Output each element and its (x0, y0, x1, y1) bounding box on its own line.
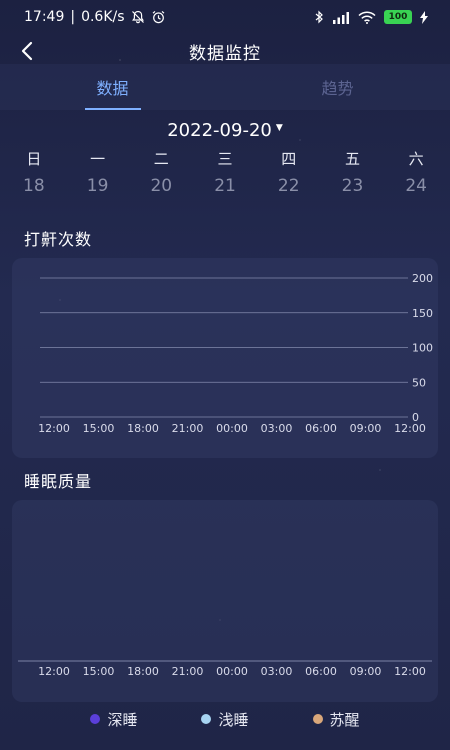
sleep-legend: 深睡 浅睡 苏醒 (0, 706, 450, 732)
legend-label: 深睡 (107, 710, 138, 729)
snore-y-tick: 200 (412, 272, 433, 285)
date-cell[interactable]: 19 (66, 174, 130, 198)
wifi-icon (358, 11, 376, 24)
status-right: 100 (314, 10, 428, 24)
selected-date: 2022-09-20 (167, 119, 272, 141)
legend-label: 苏醒 (329, 710, 360, 729)
date-cell[interactable]: 23 (321, 174, 385, 198)
snore-y-tick: 150 (412, 307, 433, 320)
snore-y-tick: 50 (412, 376, 426, 389)
snore-x-tick: 00:00 (216, 422, 248, 435)
tab-data[interactable]: 数据 (0, 64, 225, 110)
snore-x-tick: 18:00 (127, 422, 159, 435)
legend-label: 浅睡 (218, 710, 249, 729)
sleep-x-tick: 12:00 (394, 665, 426, 678)
sleep-quality-chart: 12:00 15:00 18:00 21:00 00:00 03:00 06:00 09:00… (18, 660, 432, 678)
sleep-section-title: 睡眠质量 (24, 472, 93, 491)
sleep-x-tick: 06:00 (305, 665, 337, 678)
sleep-x-tick: 15:00 (83, 665, 115, 678)
back-button[interactable] (12, 34, 42, 68)
sleep-x-tick: 03:00 (261, 665, 293, 678)
charging-bolt-icon (420, 10, 428, 24)
chevron-left-icon (21, 41, 33, 61)
snore-x-tick: 12:00 (38, 422, 70, 435)
status-time: 17:49 (24, 9, 65, 25)
status-network-speed: 0.6K/s (81, 9, 125, 25)
nav-header: 数据监控 (0, 34, 450, 68)
alarm-clock-icon (152, 10, 164, 24)
sleep-x-tick: 21:00 (172, 665, 204, 678)
status-separator: | (70, 9, 76, 25)
battery-indicator: 100 (384, 10, 412, 24)
week-dates: 18 19 20 21 22 23 24 (0, 174, 450, 198)
snore-x-tick: 09:00 (350, 422, 382, 435)
sleep-x-tick: 12:00 (38, 665, 70, 678)
legend-dot (201, 714, 212, 724)
bluetooth-icon (315, 10, 323, 24)
weekday-header: 日 一 二 三 四 五 六 (0, 146, 450, 170)
sleep-x-tick: 00:00 (216, 665, 248, 678)
legend-item-awake: 苏醒 (312, 709, 360, 730)
date-cell[interactable]: 20 (129, 174, 193, 198)
date-cell[interactable]: 22 (257, 174, 321, 198)
legend-dot (312, 714, 323, 724)
status-left: 17:49 | 0.6K/s (24, 9, 166, 25)
snore-y-tick: 100 (412, 342, 433, 355)
weekday-tue: 二 (153, 149, 169, 168)
page-title: 数据监控 (189, 43, 261, 64)
date-cell[interactable]: 18 (2, 174, 66, 198)
snore-x-tick: 06:00 (305, 422, 337, 435)
mute-bell-icon (131, 10, 144, 24)
snore-x-tick: 12:00 (394, 422, 426, 435)
snore-section-title: 打鼾次数 (24, 230, 93, 249)
caret-down-icon: ▼ (275, 123, 283, 133)
legend-item-deep-sleep: 深睡 (90, 709, 137, 730)
tab-trend[interactable]: 趋势 (225, 64, 450, 110)
snore-chart: 05010015020012:00 15:00 18:00 21:00 00:00 03:… (38, 272, 433, 435)
tab-bar: 数据 趋势 (0, 64, 450, 110)
snore-chart-card: 0 50 100 150 200 12:00 15:00 18:00 21:00 00:00 03:… (12, 258, 438, 458)
legend-dot (90, 714, 101, 724)
weekday-thu: 四 (281, 149, 297, 168)
legend-item-light-sleep: 浅睡 (201, 709, 249, 730)
weekday-sat: 六 (408, 149, 424, 168)
date-cell[interactable]: 24 (384, 174, 448, 198)
sleep-quality-chart-card: 12:00 15:00 18:00 21:00 00:00 03:00 06:00 09:00… (12, 500, 438, 702)
weekday-wed: 三 (217, 149, 233, 168)
sleep-x-tick: 18:00 (127, 665, 159, 678)
weekday-sun: 日 (26, 149, 42, 168)
snore-x-tick: 03:00 (261, 422, 293, 435)
weekday-fri: 五 (344, 149, 360, 168)
cell-signal-icon (333, 11, 349, 24)
date-selector[interactable]: 2022-09-20 ▼ (0, 116, 450, 144)
snore-x-tick: 15:00 (83, 422, 115, 435)
date-cell[interactable]: 21 (193, 174, 257, 198)
sleep-x-tick: 09:00 (350, 665, 382, 678)
status-bar: 17:49 | 0.6K/s 100 (0, 0, 450, 34)
snore-x-tick: 21:00 (172, 422, 204, 435)
weekday-mon: 一 (90, 149, 106, 168)
